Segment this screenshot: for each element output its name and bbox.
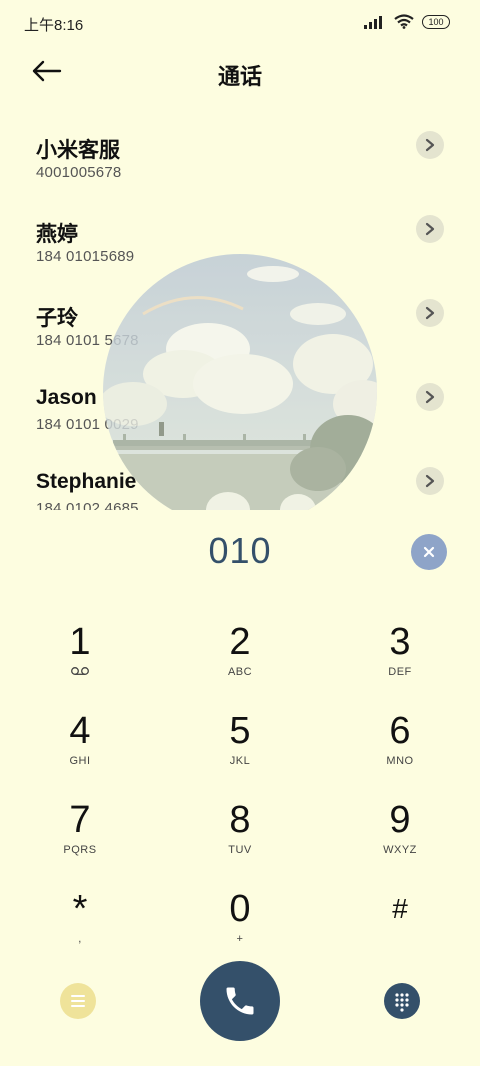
dialed-number-row: 010 — [0, 530, 480, 578]
key-digit: 2 — [229, 621, 251, 663]
key-letters: DEF — [388, 666, 412, 678]
key-digit: 3 — [389, 621, 411, 663]
chevron-right-icon — [425, 306, 435, 320]
status-bar: 上午8:16 100 — [0, 0, 480, 44]
top-bar: 通话 — [0, 44, 480, 100]
voicemail-icon — [20, 666, 140, 679]
contact-name: Jason — [36, 386, 97, 409]
key-digit: 4 — [69, 710, 91, 752]
wifi-icon — [394, 14, 414, 29]
key-letters: TUV — [228, 844, 252, 856]
key-1[interactable]: 1 — [20, 620, 140, 700]
contact-row[interactable]: 小米客服 4001005678 — [0, 120, 480, 204]
contact-detail-button[interactable] — [416, 299, 444, 327]
close-icon — [423, 546, 435, 558]
key-letters: MNO — [386, 755, 414, 767]
status-icons: 100 — [364, 14, 450, 29]
key-letters: PQRS — [63, 844, 97, 856]
key-letters: JKL — [229, 755, 251, 767]
key-letters: WXYZ — [383, 844, 417, 856]
key-8[interactable]: 8 TUV — [180, 798, 300, 878]
key-letters: , — [78, 933, 82, 945]
contact-name: 子玲 — [36, 307, 78, 330]
phone-icon — [226, 987, 254, 1015]
contact-detail-button[interactable] — [416, 467, 444, 495]
key-7[interactable]: 7 PQRS — [20, 798, 140, 878]
key-9[interactable]: 9 WXYZ — [340, 798, 460, 878]
call-button[interactable] — [200, 961, 280, 1041]
dialed-number: 010 — [208, 530, 272, 571]
chevron-right-icon — [425, 222, 435, 236]
key-3[interactable]: 3 DEF — [340, 620, 460, 700]
contact-detail-button[interactable] — [416, 383, 444, 411]
key-digit: 8 — [229, 799, 251, 841]
key-5[interactable]: 5 JKL — [180, 709, 300, 789]
chevron-right-icon — [425, 138, 435, 152]
key-digit: 6 — [389, 710, 411, 752]
key-star[interactable]: * , — [20, 887, 140, 967]
dialpad-icon — [395, 993, 409, 1012]
key-6[interactable]: 6 MNO — [340, 709, 460, 789]
key-digit: * — [72, 888, 88, 930]
key-digit: 1 — [69, 621, 91, 663]
background-illustration — [103, 254, 377, 510]
key-digit: # — [392, 893, 408, 924]
key-digit: 9 — [389, 799, 411, 841]
chevron-right-icon — [425, 474, 435, 488]
status-time: 上午8:16 — [24, 17, 84, 34]
menu-button[interactable] — [60, 983, 96, 1019]
clear-button[interactable] — [411, 534, 447, 570]
key-2[interactable]: 2 ABC — [180, 620, 300, 700]
key-letters: ABC — [227, 666, 253, 678]
contact-number: 4001005678 — [36, 164, 122, 181]
key-digit: 0 — [229, 888, 251, 930]
key-hash[interactable]: # — [340, 887, 460, 967]
chevron-right-icon — [425, 390, 435, 404]
battery-icon: 100 — [422, 14, 450, 29]
signal-icon — [364, 15, 382, 29]
contact-name: 小米客服 — [36, 139, 120, 162]
key-4[interactable]: 4 GHI — [20, 709, 140, 789]
key-letters: GHI — [69, 755, 91, 767]
contact-name: 燕婷 — [36, 223, 78, 246]
bottom-action-bar — [0, 960, 480, 1050]
contact-detail-button[interactable] — [416, 215, 444, 243]
key-digit: 5 — [229, 710, 251, 752]
keypad-toggle-button[interactable] — [384, 983, 420, 1019]
contact-detail-button[interactable] — [416, 131, 444, 159]
key-0[interactable]: 0 + — [180, 887, 300, 967]
menu-icon — [71, 995, 85, 1007]
page-title: 通话 — [217, 64, 262, 89]
key-letters: + — [236, 933, 244, 945]
key-digit: 7 — [69, 799, 91, 841]
